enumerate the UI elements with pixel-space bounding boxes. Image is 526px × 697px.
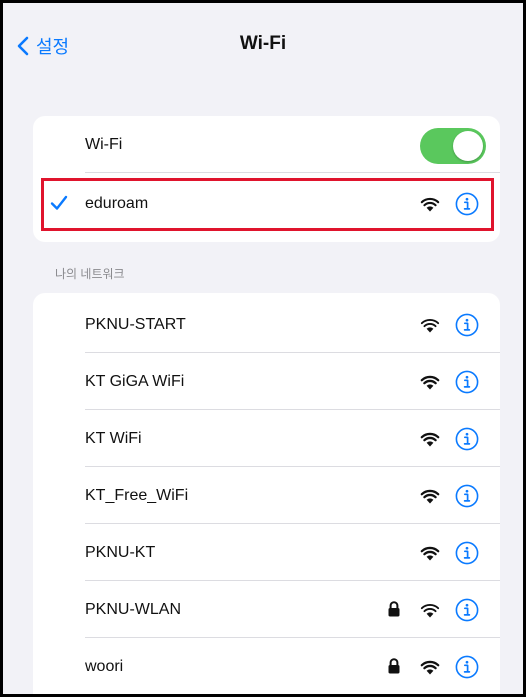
network-row[interactable]: KT GiGA WiFi [33,353,500,410]
wifi-toggle-label: Wi-Fi [85,135,123,153]
network-name: KT_Free_WiFi [85,486,189,504]
info-icon[interactable] [455,541,479,565]
network-row[interactable]: PKNU-START [33,296,500,353]
network-name: PKNU-START [85,315,186,333]
settings-screen: 설정 Wi-Fi Wi-Fi eduroam 나의 네트워크 PKNU-STAR… [3,3,523,694]
checkmark-icon [50,195,68,210]
info-icon[interactable] [455,484,479,508]
wifi-signal-icon [420,375,440,390]
network-name: PKNU-WLAN [85,600,182,618]
toggle-knob [453,131,483,161]
my-networks-header: 나의 네트워크 [55,267,125,281]
info-icon[interactable] [455,655,479,679]
wifi-signal-icon [420,319,440,333]
network-row[interactable]: woori [33,638,500,694]
connected-network-name: eduroam [85,194,149,212]
network-name: PKNU-KT [85,543,156,561]
info-icon[interactable] [455,192,479,216]
my-networks-list: PKNU-START KT GiGA WiFi KT WiFi KT_Free_… [33,293,500,694]
wifi-main-group: Wi-Fi eduroam [33,116,500,242]
wifi-signal-icon [420,604,440,618]
page-title: Wi-Fi [239,33,287,54]
navigation-bar: 설정 Wi-Fi [3,3,523,83]
wifi-toggle-switch[interactable] [420,128,486,164]
network-row[interactable]: KT WiFi [33,410,500,467]
info-icon[interactable] [455,427,479,451]
wifi-signal-icon [420,432,440,447]
row-divider [85,172,500,173]
info-icon[interactable] [455,370,479,394]
network-row[interactable]: PKNU-KT [33,524,500,581]
network-row[interactable]: PKNU-WLAN [33,581,500,638]
wifi-toggle-row: Wi-Fi [33,116,500,173]
lock-icon [388,601,400,617]
info-icon[interactable] [455,313,479,337]
info-icon[interactable] [455,598,479,622]
network-row[interactable]: KT_Free_WiFi [33,467,500,524]
network-name: KT GiGA WiFi [85,372,185,390]
network-name: woori [85,657,124,675]
wifi-signal-icon [420,546,440,561]
wifi-signal-icon [420,489,440,504]
lock-icon [388,658,400,674]
wifi-signal-icon [420,660,440,675]
network-name: KT WiFi [85,429,142,447]
connected-network-row[interactable]: eduroam [33,175,500,232]
wifi-signal-icon [420,197,440,212]
